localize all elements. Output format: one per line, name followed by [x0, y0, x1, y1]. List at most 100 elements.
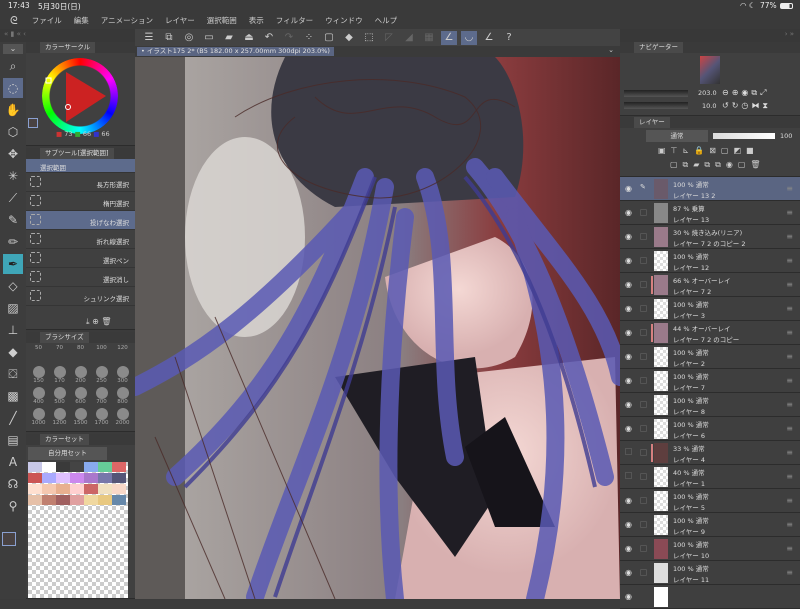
blend-tool-icon[interactable]: ▨ [3, 298, 23, 318]
eye-icon[interactable]: ◉ [625, 328, 632, 337]
layer-row[interactable]: ◉ 100 % 通常 レイヤー 5 ≡ [620, 489, 800, 513]
import-icon[interactable]: ⤓ [86, 317, 90, 326]
rotate-controls-icon[interactable]: ↺↻◷⧓⧗ [722, 101, 771, 111]
brush-size-preset[interactable]: 100 [92, 345, 111, 364]
paper-layer-row[interactable]: ◉ [620, 585, 800, 609]
drag-handle-icon[interactable]: ≡ [786, 352, 793, 361]
drag-handle-icon[interactable]: ≡ [786, 448, 793, 457]
frame-tool-icon[interactable]: ▤ [3, 430, 23, 450]
menu-view[interactable]: 表示 [249, 15, 264, 26]
subtool-item[interactable]: シュリンク選択 [26, 287, 135, 306]
eye-icon[interactable]: ◉ [625, 520, 632, 529]
layer-row[interactable]: ◉ 100 % 通常 レイヤー 10 ≡ [620, 537, 800, 561]
layer-row[interactable]: ◉ 30 % 焼き込み(リニア) レイヤー 7 2 のコピー 2 ≡ [620, 225, 800, 249]
brush-size-preset[interactable]: 1700 [92, 408, 111, 427]
layer-checkbox[interactable] [640, 257, 647, 264]
layer-checkbox[interactable] [640, 305, 647, 312]
bucket-icon[interactable]: ⛋ [3, 364, 23, 384]
layer-checkbox[interactable] [640, 233, 647, 240]
undo-icon[interactable]: ↶ [261, 31, 277, 45]
color-set-select[interactable]: 自分用セット [28, 447, 107, 460]
layer-row[interactable]: ◉ 100 % 通常 レイヤー 8 ≡ [620, 393, 800, 417]
rotate-slider[interactable] [624, 102, 688, 109]
color-swatch[interactable] [28, 473, 42, 483]
color-swatch[interactable] [42, 462, 56, 472]
menu-icon[interactable]: ☰ [141, 31, 157, 45]
subtool-group[interactable]: 選択範囲 [26, 159, 135, 173]
help-icon[interactable]: ? [501, 31, 517, 45]
eraser-icon[interactable]: ◇ [3, 276, 23, 296]
brush-size-preset[interactable]: 170 [50, 366, 69, 385]
brush-size-preset[interactable]: 500 [50, 387, 69, 406]
stamp-tool-icon[interactable]: ⊥ [3, 320, 23, 340]
drag-handle-icon[interactable]: ≡ [786, 208, 793, 217]
eye-icon[interactable]: ◉ [625, 232, 632, 241]
color-swatch[interactable] [98, 473, 112, 483]
menu-edit[interactable]: 編集 [74, 15, 89, 26]
grid-icon[interactable]: ▦ [421, 31, 437, 45]
zoom-tool-icon[interactable]: ⌕ [3, 56, 23, 76]
eye-icon[interactable]: ◉ [625, 496, 632, 505]
brush-size-preset[interactable]: 300 [113, 366, 132, 385]
subtool-item[interactable]: 投げなわ選択 [26, 211, 135, 230]
color-swatch[interactable] [42, 495, 56, 505]
layer-row[interactable]: ◉ 100 % 通常 レイヤー 9 ≡ [620, 513, 800, 537]
menu-layer[interactable]: レイヤー [165, 15, 195, 26]
brush-size-preset[interactable]: 600 [71, 387, 90, 406]
subtool-item[interactable]: 折れ線選択 [26, 230, 135, 249]
layer-checkbox[interactable] [640, 377, 647, 384]
layer-row[interactable]: 33 % 通常 レイヤー 4 ≡ [620, 441, 800, 465]
quick-access-icon[interactable]: ◎ [181, 31, 197, 45]
visibility-toggle[interactable] [625, 472, 632, 479]
drag-handle-icon[interactable]: ≡ [786, 328, 793, 337]
drag-handle-icon[interactable]: ≡ [786, 304, 793, 313]
drag-handle-icon[interactable]: ≡ [786, 568, 793, 577]
balloon-tool-icon[interactable]: ☊ [3, 474, 23, 494]
new-canvas-icon[interactable]: ⧉ [161, 31, 177, 45]
redo-icon[interactable]: ↷ [281, 31, 297, 45]
color-swatch[interactable] [98, 495, 112, 505]
color-swatch[interactable] [56, 495, 70, 505]
layer-row[interactable]: ◉ 100 % 通常 レイヤー 2 ≡ [620, 345, 800, 369]
main-color-swatch[interactable] [2, 532, 16, 546]
eye-icon[interactable]: ◉ [625, 592, 632, 601]
brush-size-preset[interactable]: 120 [113, 345, 132, 364]
drag-handle-icon[interactable]: ≡ [786, 256, 793, 265]
color-swatch[interactable] [84, 484, 98, 494]
duplicate-icon[interactable]: ⊕ [92, 317, 99, 326]
color-swatch[interactable] [70, 495, 84, 505]
color-swatch[interactable] [56, 473, 70, 483]
color-swatch[interactable] [84, 462, 98, 472]
correct-line-icon[interactable]: ⚲ [3, 496, 23, 516]
color-swatch[interactable] [70, 473, 84, 483]
brush-size-preset[interactable]: 1500 [71, 408, 90, 427]
brush-size-preset[interactable]: 50 [29, 345, 48, 364]
color-swatch[interactable] [112, 484, 126, 494]
drag-handle-icon[interactable]: ≡ [786, 520, 793, 529]
color-swatch[interactable] [112, 473, 126, 483]
brush-tool-icon[interactable]: ✒ [3, 254, 23, 274]
export-icon[interactable]: ⏏ [241, 31, 257, 45]
brush-size-preset[interactable]: 400 [29, 387, 48, 406]
snap-special-icon[interactable]: ◡ [461, 30, 477, 45]
drag-handle-icon[interactable]: ≡ [786, 400, 793, 409]
hand-tool-icon[interactable]: ✋ [3, 100, 23, 120]
pencil-tool-icon[interactable]: ✏ [3, 232, 23, 252]
eye-icon[interactable]: ◉ [625, 256, 632, 265]
gradient-tool-icon[interactable]: ▩ [3, 386, 23, 406]
color-swatch[interactable] [112, 462, 126, 472]
layer-row[interactable]: ◉ 66 % オーバーレイ レイヤー 7 2 ≡ [620, 273, 800, 297]
expand-icon[interactable]: › » [785, 30, 794, 38]
layer-checkbox[interactable] [640, 521, 647, 528]
brush-size-preset[interactable]: 2000 [113, 408, 132, 427]
layer-row[interactable]: ◉ 100 % 通常 レイヤー 11 ≡ [620, 561, 800, 585]
drag-handle-icon[interactable]: ≡ [786, 232, 793, 241]
zoom-controls-icon[interactable]: ⊖⊕◉⧉⤢ [722, 88, 770, 98]
layer-checkbox[interactable] [640, 401, 647, 408]
crop-icon[interactable]: ◸ [381, 31, 397, 45]
snap-ruler-icon[interactable]: ∠ [441, 30, 457, 45]
tool-palette-menu-icon[interactable]: ⌄ [3, 44, 23, 54]
subtool-item[interactable]: 長方形選択 [26, 173, 135, 192]
save-icon[interactable]: ▭ [201, 31, 217, 45]
color-swatch[interactable] [56, 484, 70, 494]
